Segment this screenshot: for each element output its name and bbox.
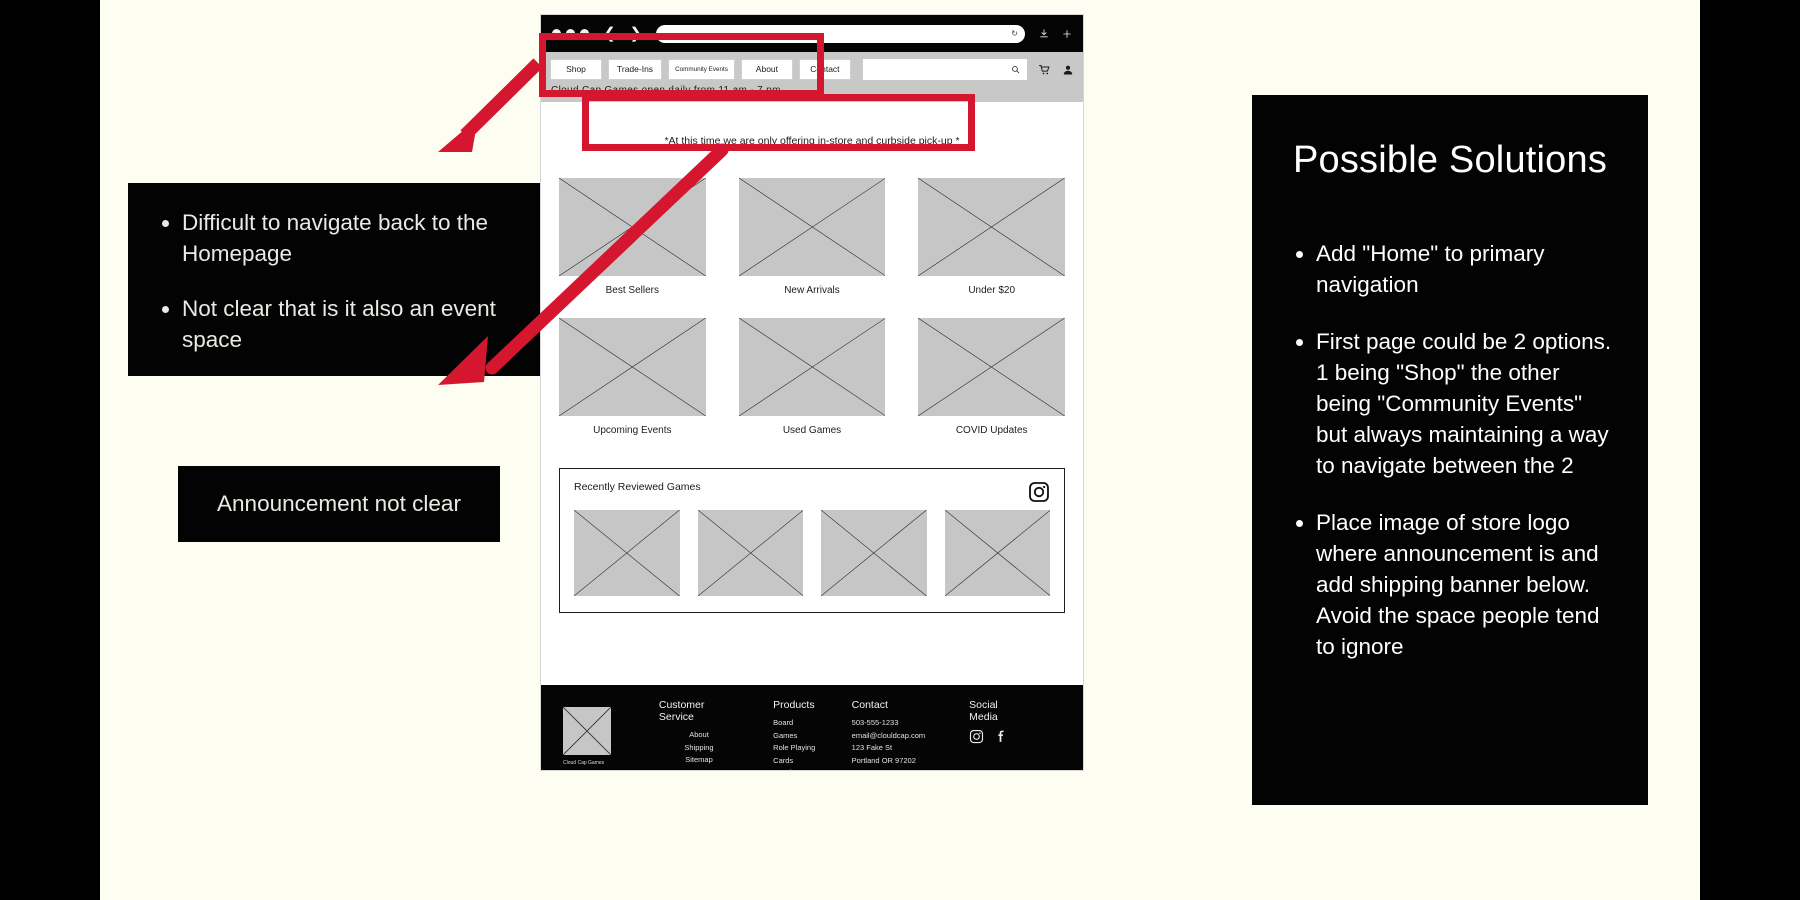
nav-item-shop[interactable]: Shop	[550, 59, 602, 80]
footer-column-social-media: Social Media	[969, 699, 1027, 770]
category-tile-label: Upcoming Events	[593, 425, 672, 436]
footer-link[interactable]: About	[659, 729, 739, 742]
solution-item: First page could be 2 options. 1 being "…	[1316, 326, 1618, 481]
announcement-banner: *At this time we are only offering in-st…	[664, 135, 960, 147]
logo-placeholder	[563, 707, 611, 755]
critique-callout-box: Difficult to navigate back to the Homepa…	[128, 183, 568, 376]
header-utility-icons	[1038, 59, 1074, 80]
red-arrow-to-critique	[438, 58, 543, 152]
back-arrow-icon[interactable]: ❮	[603, 26, 616, 41]
close-window-dot[interactable]	[552, 29, 561, 38]
site-footer: Cloud Cap Games Customer Service About S…	[541, 685, 1083, 770]
category-tile[interactable]: COVID Updates	[918, 318, 1065, 458]
search-icon[interactable]	[1011, 65, 1020, 74]
image-placeholder	[559, 318, 706, 416]
footer-column-contact: Contact 503-555-1233 email@clouldcap.com…	[852, 699, 925, 770]
footer-column-heading: Products	[773, 699, 815, 711]
image-placeholder	[559, 178, 706, 276]
footer-link[interactable]: Puzzles	[773, 767, 818, 770]
account-icon[interactable]	[1062, 64, 1074, 76]
browser-toolbar-icons[interactable]	[1039, 28, 1072, 39]
solution-item: Place image of store logo where announce…	[1316, 507, 1618, 662]
slide-canvas: Difficult to navigate back to the Homepa…	[100, 0, 1700, 900]
review-thumbnail[interactable]	[821, 510, 927, 596]
facebook-icon[interactable]	[994, 729, 1007, 744]
category-tile-label: Used Games	[782, 425, 842, 436]
footer-link[interactable]: Role Playing	[773, 742, 818, 755]
reload-icon[interactable]: ↻	[1011, 29, 1018, 38]
image-placeholder	[738, 178, 886, 276]
footer-address-line2: Portland OR 97202	[851, 755, 916, 765]
critique-list: Difficult to navigate back to the Homepa…	[154, 207, 542, 355]
footer-social-icons	[969, 729, 1027, 744]
footer-column-heading: Contact	[851, 699, 888, 711]
category-tile-grid-row2: Upcoming Events Used Games COVID Updates	[559, 318, 1065, 458]
recently-reviewed-grid	[574, 510, 1050, 596]
primary-navigation: Shop Trade-Ins Community Events About Co…	[550, 59, 851, 80]
primary-navigation-row: Shop Trade-Ins Community Events About Co…	[550, 59, 1074, 80]
category-tile-grid-row1: Best Sellers New Arrivals Under $20	[559, 178, 1065, 318]
image-placeholder	[738, 318, 886, 416]
footer-address-line1: 123 Fake St	[851, 743, 893, 752]
browser-nav-arrows[interactable]: ❮ ❯	[603, 26, 642, 41]
browser-chrome: ❮ ❯ ↻	[541, 15, 1083, 52]
browser-window-mockup: ❮ ❯ ↻ Shop Trade-Ins Community Events Ab…	[541, 15, 1083, 770]
recently-reviewed-title: Recently Reviewed Games	[574, 481, 701, 493]
category-tile[interactable]: Best Sellers	[559, 178, 706, 318]
store-hours-text: Cloud Cap Games open daily from 11 am - …	[551, 85, 781, 96]
solutions-title: Possible Solutions	[1292, 139, 1608, 181]
minimize-window-dot[interactable]	[566, 29, 575, 38]
category-tile[interactable]: New Arrivals	[738, 178, 886, 318]
plus-icon[interactable]	[1062, 29, 1072, 39]
window-traffic-lights[interactable]	[552, 29, 589, 38]
review-thumbnail[interactable]	[697, 510, 803, 596]
solutions-list: Add "Home" to primary navigation First p…	[1282, 238, 1618, 662]
footer-link[interactable]: Sitemap	[659, 754, 739, 767]
nav-item-contact[interactable]: Contact	[798, 59, 851, 80]
footer-link[interactable]: Board Games	[773, 717, 818, 742]
maximize-window-dot[interactable]	[580, 29, 589, 38]
category-tile-label: COVID Updates	[955, 425, 1028, 436]
critique-item: Not clear that is it also an event space	[182, 293, 542, 355]
site-search-input[interactable]	[862, 59, 1027, 80]
category-tile-label: Best Sellers	[605, 285, 659, 296]
nav-item-trade-ins[interactable]: Trade-Ins	[608, 59, 663, 80]
category-tile[interactable]: Used Games	[738, 318, 886, 458]
possible-solutions-panel: Possible Solutions Add "Home" to primary…	[1252, 95, 1648, 805]
download-icon[interactable]	[1039, 28, 1049, 39]
footer-column-products: Products Board Games Role Playing Cards …	[773, 699, 818, 770]
footer-logo-caption: Cloud Cap Games	[563, 760, 605, 766]
solution-item: Add "Home" to primary navigation	[1316, 238, 1618, 300]
category-tile-label: Under $20	[968, 285, 1016, 296]
footer-email[interactable]: email@clouldcap.com	[852, 730, 925, 743]
nav-item-about[interactable]: About	[740, 59, 793, 80]
category-tile[interactable]: Upcoming Events	[559, 318, 706, 458]
url-input[interactable]: ↻	[656, 24, 1025, 43]
forward-arrow-icon[interactable]: ❯	[630, 26, 643, 41]
footer-column-heading: Social Media	[969, 699, 998, 723]
image-placeholder	[918, 318, 1065, 416]
footer-phone[interactable]: 503-555-1233	[852, 717, 925, 730]
critique-item: Difficult to navigate back to the Homepa…	[182, 207, 542, 269]
footer-column-heading: Customer Service	[658, 699, 705, 723]
site-header: Shop Trade-Ins Community Events About Co…	[541, 52, 1083, 102]
image-placeholder	[918, 178, 1065, 276]
instagram-icon[interactable]	[969, 729, 984, 744]
footer-link[interactable]: Shipping	[659, 742, 739, 755]
recently-reviewed-header: Recently Reviewed Games	[574, 481, 1050, 503]
footer-column-customer-service: Customer Service About Shipping Sitemap	[659, 699, 739, 770]
cart-icon[interactable]	[1038, 64, 1051, 76]
review-thumbnail[interactable]	[944, 510, 1050, 596]
footer-link[interactable]: Cards	[773, 755, 818, 768]
review-thumbnail[interactable]	[574, 510, 680, 596]
page-body: *At this time we are only offering in-st…	[541, 102, 1083, 458]
category-tile-label: New Arrivals	[784, 285, 840, 296]
announcement-callout-box: Announcement not clear	[178, 466, 500, 542]
announcement-callout-text: Announcement not clear	[217, 491, 461, 516]
instagram-icon[interactable]	[1028, 481, 1050, 503]
category-tile[interactable]: Under $20	[918, 178, 1065, 318]
recently-reviewed-section: Recently Reviewed Games	[559, 468, 1065, 613]
footer-logo: Cloud Cap Games	[563, 699, 617, 770]
nav-item-community-events[interactable]: Community Events	[668, 59, 735, 80]
